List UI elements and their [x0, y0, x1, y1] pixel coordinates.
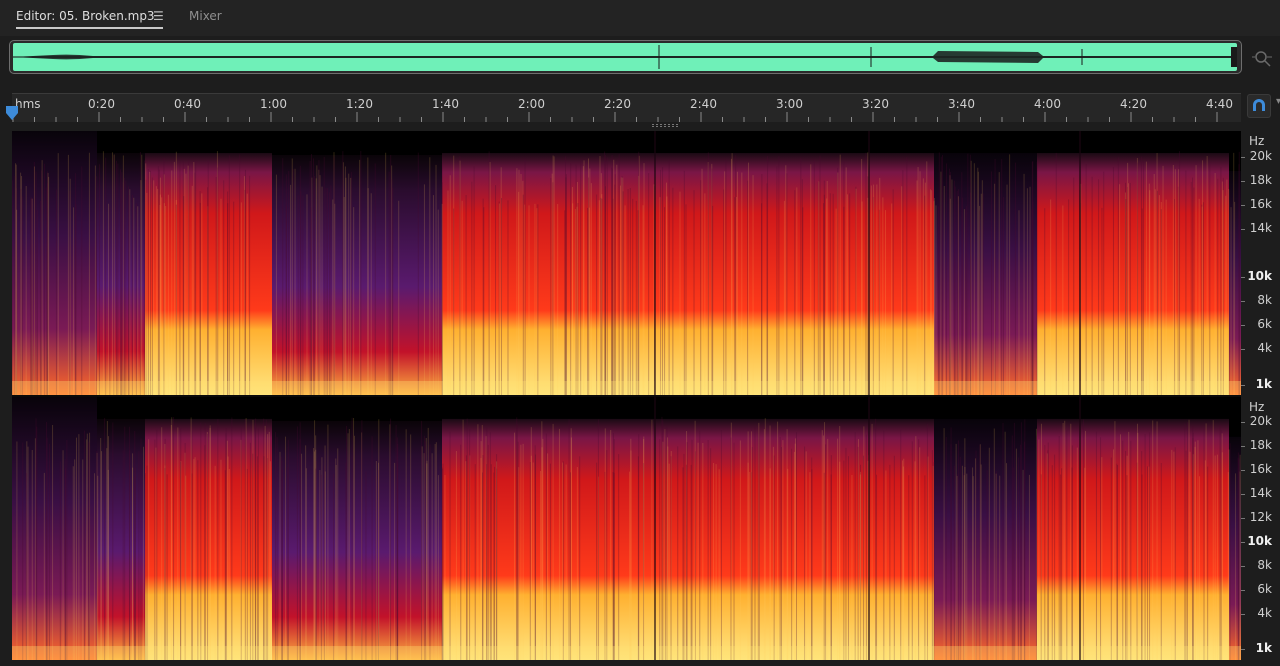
snap-magnet-icon — [1253, 99, 1265, 111]
freq-label: 6k — [1257, 582, 1272, 596]
spectral-display-channel-1[interactable] — [12, 131, 1241, 395]
freq-tick — [1241, 649, 1245, 650]
freq-label: 8k — [1257, 293, 1272, 307]
freq-label: 16k — [1249, 197, 1272, 211]
ruler-tick-label: 3:20 — [862, 97, 889, 111]
freq-label: 4k — [1257, 606, 1272, 620]
freq-tick — [1241, 446, 1245, 447]
freq-label: 12k — [1249, 510, 1272, 524]
freq-tick — [1241, 349, 1245, 350]
freq-tick — [1241, 181, 1245, 182]
freq-label: 18k — [1249, 173, 1272, 187]
freq-label: 20k — [1249, 414, 1272, 428]
editor-tab-bar: Editor: 05. Broken.mp3 ☰ Mixer — [0, 0, 1280, 36]
ruler-tick-label: 4:00 — [1034, 97, 1061, 111]
frequency-unit-label: Hz — [1249, 400, 1265, 414]
freq-tick — [1241, 494, 1245, 495]
zoom-scroll-icon[interactable] — [1252, 48, 1272, 68]
freq-tick — [1241, 229, 1245, 230]
freq-label: 10k — [1247, 269, 1272, 283]
frequency-axis-channel-1[interactable]: Hz 20k 18k 16k 14k 10k 8k 6k 4k 1k — [1241, 131, 1280, 395]
freq-tick — [1241, 518, 1245, 519]
spectrogram-graphic — [12, 131, 1241, 395]
freq-tick — [1241, 325, 1245, 326]
freq-tick — [1241, 205, 1245, 206]
time-ruler[interactable]: hms 0:20 0:40 1:00 1:20 1:40 2:00 2:20 2… — [12, 93, 1241, 122]
ruler-tick-label: 2:20 — [604, 97, 631, 111]
ruler-tick-label: 4:20 — [1120, 97, 1147, 111]
freq-tick — [1241, 470, 1245, 471]
active-tab-indicator — [16, 27, 163, 29]
freq-label: 14k — [1249, 486, 1272, 500]
spectrogram-graphic — [12, 397, 1241, 660]
freq-tick — [1241, 385, 1245, 386]
ruler-tick-label: 1:00 — [260, 97, 287, 111]
ruler-tick-label: 1:20 — [346, 97, 373, 111]
freq-tick — [1241, 566, 1245, 567]
freq-label: 1k — [1255, 377, 1272, 391]
freq-tick — [1241, 590, 1245, 591]
overview-waveform[interactable] — [13, 43, 1237, 71]
freq-label: 6k — [1257, 317, 1272, 331]
resize-grip-icon[interactable] — [652, 124, 680, 127]
freq-label: 18k — [1249, 438, 1272, 452]
freq-tick — [1241, 542, 1245, 543]
ruler-tick-label: 2:40 — [690, 97, 717, 111]
freq-label: 1k — [1255, 641, 1272, 655]
spectral-display-channel-2[interactable] — [12, 397, 1241, 660]
freq-tick — [1241, 157, 1245, 158]
freq-label: 14k — [1249, 221, 1272, 235]
freq-label: 20k — [1249, 149, 1272, 163]
time-format-label[interactable]: hms — [15, 97, 41, 111]
freq-label: 16k — [1249, 462, 1272, 476]
freq-label: 8k — [1257, 558, 1272, 572]
ruler-tick-label: 3:40 — [948, 97, 975, 111]
ruler-tick-label: 1:40 — [432, 97, 459, 111]
tab-editor[interactable]: Editor: 05. Broken.mp3 — [16, 9, 155, 23]
freq-label: 10k — [1247, 534, 1272, 548]
frequency-unit-label: Hz — [1249, 134, 1265, 148]
panel-edge-indicator: ▾ — [1276, 96, 1280, 107]
freq-tick — [1241, 277, 1245, 278]
tab-mixer[interactable]: Mixer — [189, 9, 222, 23]
freq-tick — [1241, 422, 1245, 423]
playhead-marker-icon[interactable] — [6, 106, 18, 122]
freq-label: 4k — [1257, 341, 1272, 355]
frequency-axis-channel-2[interactable]: Hz 20k 18k 16k 14k 12k 10k 8k 6k 4k 1k — [1241, 397, 1280, 660]
freq-tick — [1241, 301, 1245, 302]
ruler-tick-label: 3:00 — [776, 97, 803, 111]
ruler-tick-label: 0:40 — [174, 97, 201, 111]
ruler-tick-label: 2:00 — [518, 97, 545, 111]
freq-tick — [1241, 614, 1245, 615]
overview-navigator[interactable] — [9, 40, 1242, 74]
waveform-graphic — [13, 45, 1237, 69]
ruler-tick-label: 4:40 — [1206, 97, 1233, 111]
snap-button[interactable] — [1247, 94, 1271, 118]
ruler-tick-label: 0:20 — [88, 97, 115, 111]
hamburger-menu-icon[interactable]: ☰ — [153, 9, 164, 23]
